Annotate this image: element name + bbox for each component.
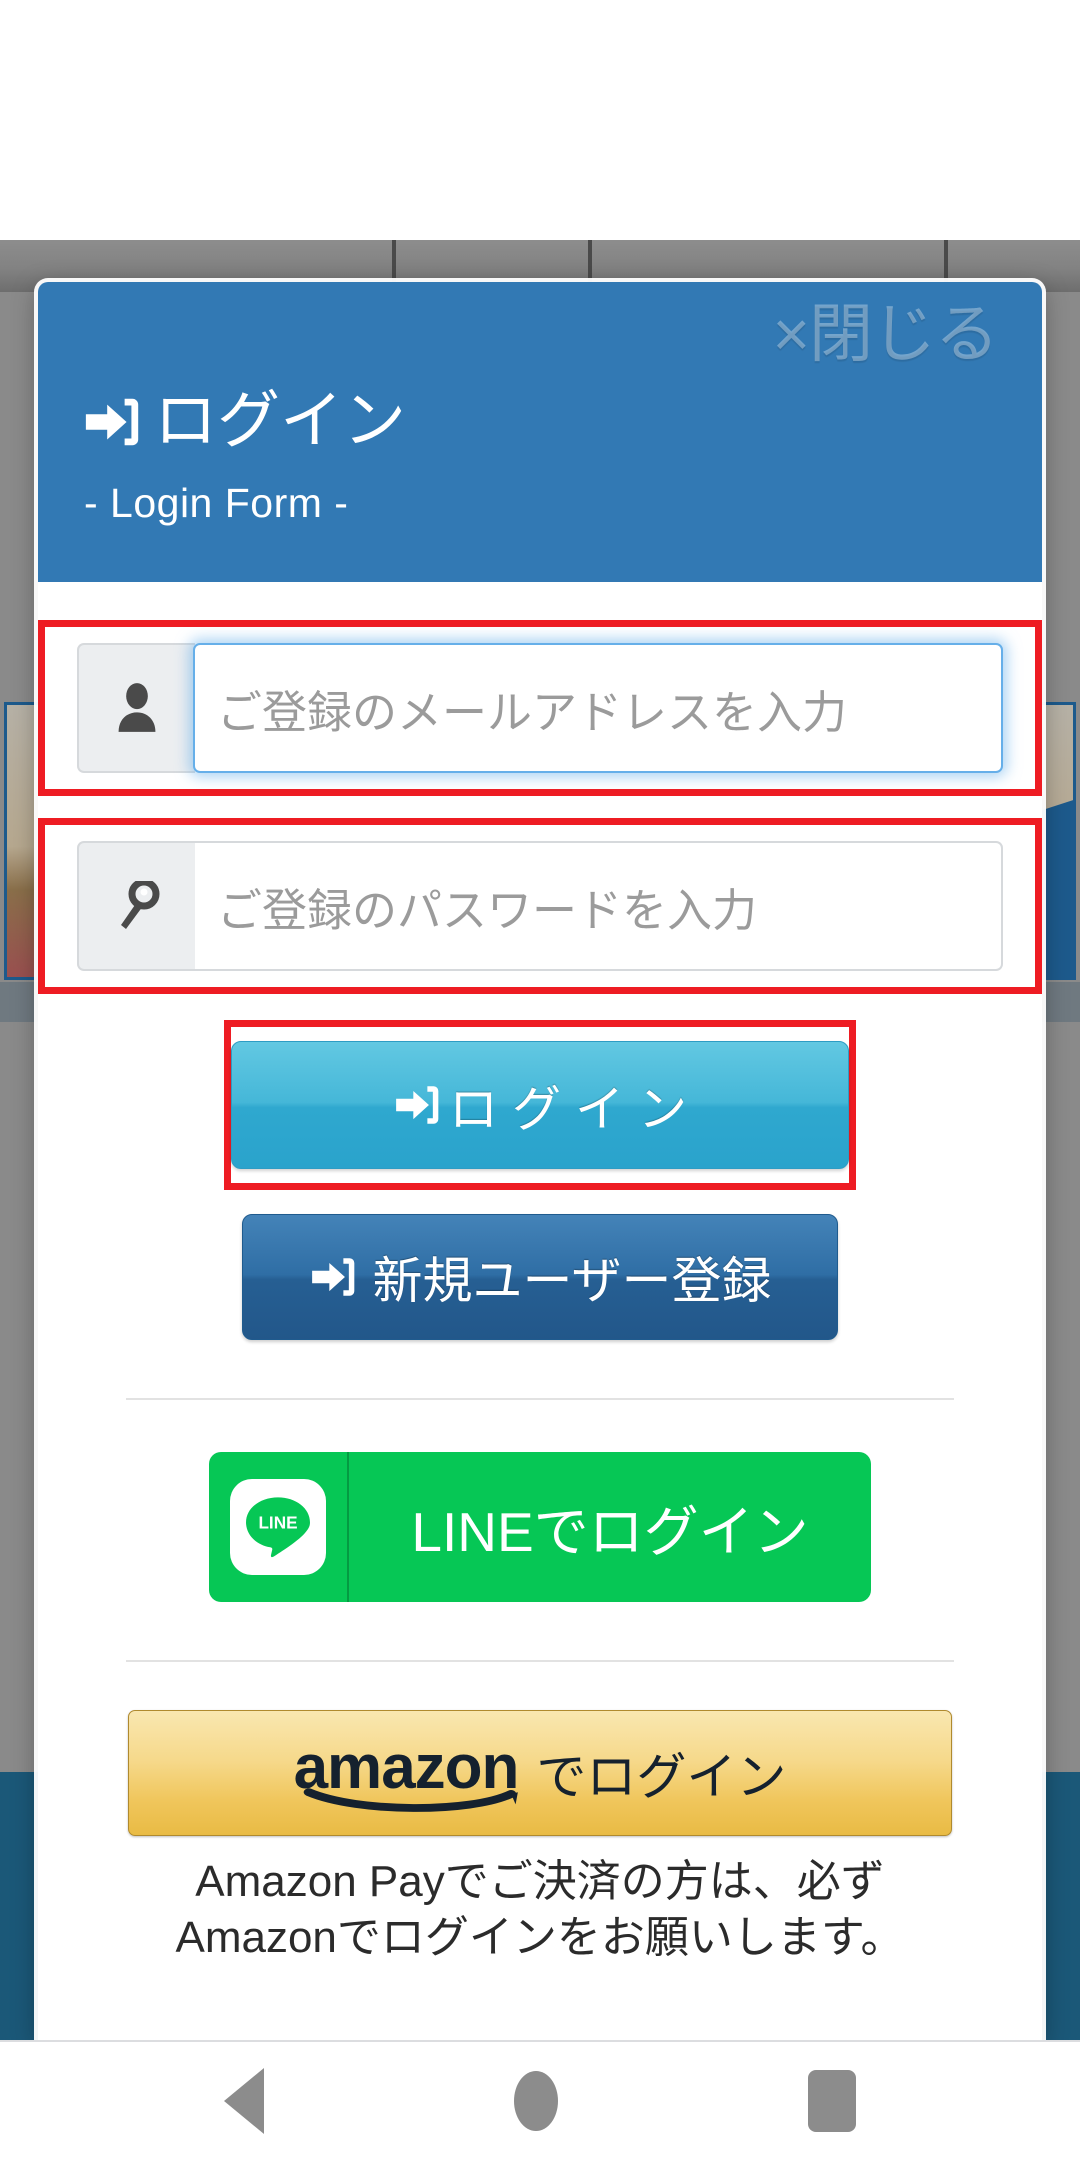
email-input[interactable]: ご登録のメールアドレスを入力 xyxy=(193,643,1003,773)
android-nav-bar xyxy=(0,2040,1080,2160)
sign-in-icon xyxy=(309,1252,359,1302)
email-input-group: ご登録のメールアドレスを入力 xyxy=(77,643,1003,773)
line-login-button[interactable]: LINE LINEでログイン xyxy=(209,1452,871,1602)
amazon-pay-note-line1: Amazon Payでご決済の方は、必ず xyxy=(195,1857,885,1906)
login-button-label: ログイン xyxy=(448,1082,701,1137)
amazon-pay-note-line2: Amazonでログインをお願いします。 xyxy=(175,1913,905,1963)
amazon-smile-icon xyxy=(303,1788,518,1812)
screen: eck! ×閉じる ログイン - Login Form - xyxy=(0,0,1080,2160)
divider-top xyxy=(126,1398,954,1400)
password-field-highlight: ご登録のパスワードを入力 xyxy=(38,818,1042,994)
page-subtitle: - Login Form - xyxy=(84,480,349,526)
register-button-label: 新規ユーザー登録 xyxy=(372,1253,772,1309)
page-title-label: ログイン xyxy=(154,386,406,456)
amazon-login-button[interactable]: amazon でログイン xyxy=(128,1710,952,1836)
modal-body: ご登録のメールアドレスを入力 ご登録のパスワードを入力 ログイン 新規ユーザー登… xyxy=(38,620,1042,1967)
close-button[interactable]: ×閉じる xyxy=(773,302,999,366)
divider-bottom xyxy=(126,1660,954,1662)
password-placeholder: ご登録のパスワードを入力 xyxy=(217,884,758,936)
svg-text:LINE: LINE xyxy=(258,1513,297,1533)
back-icon[interactable] xyxy=(224,2068,264,2134)
password-input-group: ご登録のパスワードを入力 xyxy=(77,841,1003,971)
password-input[interactable]: ご登録のパスワードを入力 xyxy=(195,841,1003,971)
register-button[interactable]: 新規ユーザー登録 xyxy=(242,1214,838,1340)
amazon-pay-note: Amazon Payでご決済の方は、必ず Amazonでログインをお願いします。 xyxy=(112,1854,968,1967)
login-modal: ×閉じる ログイン - Login Form - ご登録のメールアドレスを入力 … xyxy=(38,282,1042,2040)
home-icon[interactable] xyxy=(514,2071,558,2131)
modal-header: ×閉じる ログイン - Login Form - xyxy=(38,282,1042,582)
line-login-label: LINEでログイン xyxy=(411,1501,809,1563)
login-button[interactable]: ログイン xyxy=(231,1041,849,1169)
sign-in-icon xyxy=(379,1080,439,1130)
recents-icon[interactable] xyxy=(808,2070,856,2132)
login-button-highlight: ログイン xyxy=(224,1020,856,1190)
page-title: ログイン xyxy=(82,390,406,453)
amazon-login-suffix: でログイン xyxy=(536,1749,787,1805)
amazon-wordmark: amazon xyxy=(294,1737,519,1812)
line-icon: LINE xyxy=(209,1452,349,1602)
background-top-white xyxy=(0,0,1080,240)
key-icon xyxy=(77,841,195,971)
email-placeholder: ご登録のメールアドレスを入力 xyxy=(217,686,848,738)
sign-in-icon xyxy=(82,391,144,453)
email-field-highlight: ご登録のメールアドレスを入力 xyxy=(38,620,1042,796)
user-icon xyxy=(77,643,195,773)
